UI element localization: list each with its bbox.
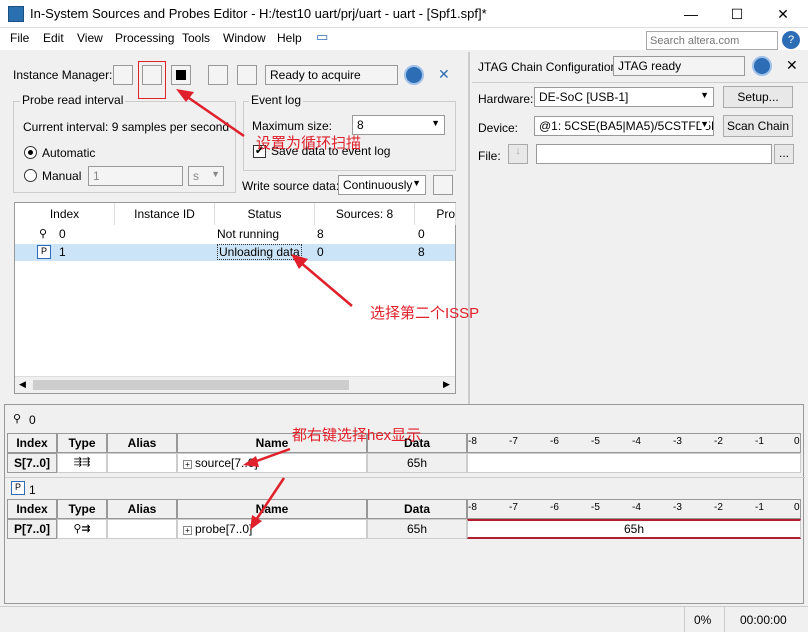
arrow-head (243, 456, 259, 467)
arrow-select-instance (299, 261, 353, 307)
arrow-source-hex (253, 447, 291, 464)
annotation-right-click-hex: 都右键选择hex显示 (292, 427, 422, 444)
arrow-head (250, 515, 262, 530)
annotation-select-second: 选择第二个ISSP (370, 305, 480, 322)
arrow-loop-scan (185, 94, 245, 138)
annotation-loop-scan: 设置为循环扫描 (256, 135, 362, 152)
arrow-probe-hex (254, 477, 286, 521)
